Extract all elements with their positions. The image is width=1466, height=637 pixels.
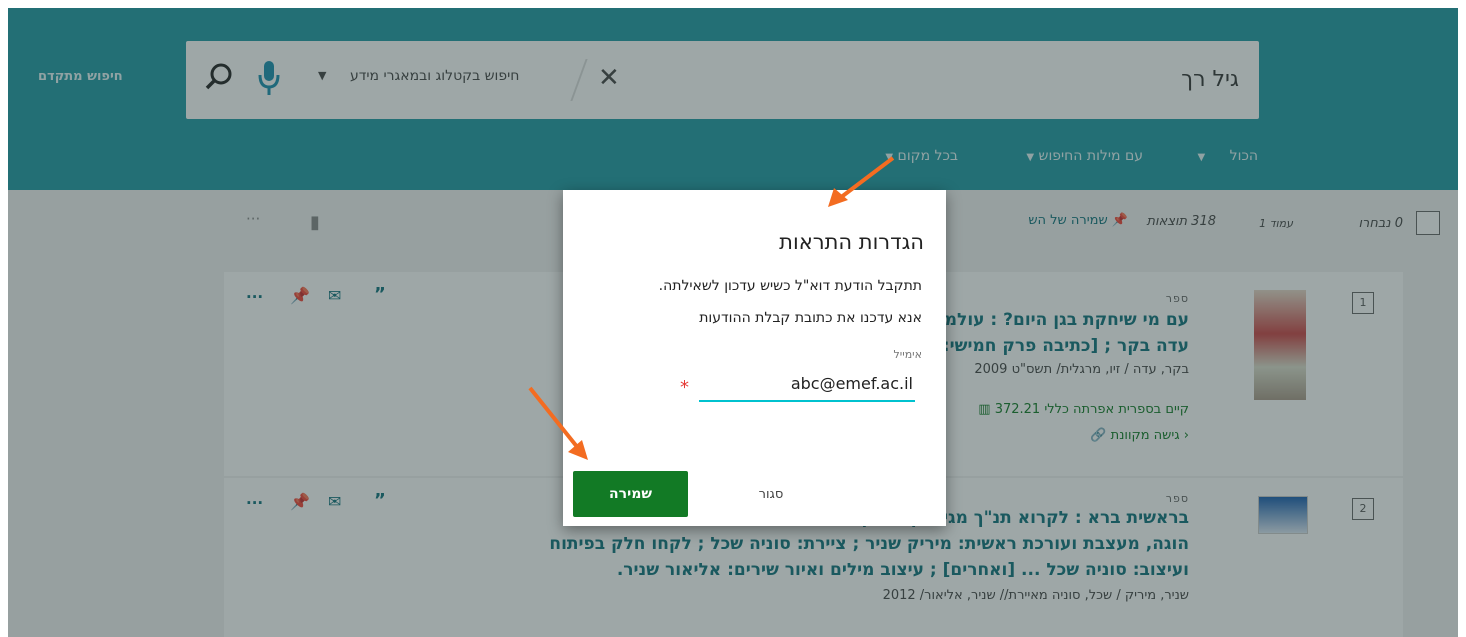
annotation-arrows (528, 156, 895, 460)
arrow-to-title (828, 156, 895, 207)
app-frame: חיפוש מתקדם גיל רך ✕ חיפוש בקטלוג ובמאגר… (8, 8, 1458, 637)
arrow-to-save (528, 386, 588, 460)
